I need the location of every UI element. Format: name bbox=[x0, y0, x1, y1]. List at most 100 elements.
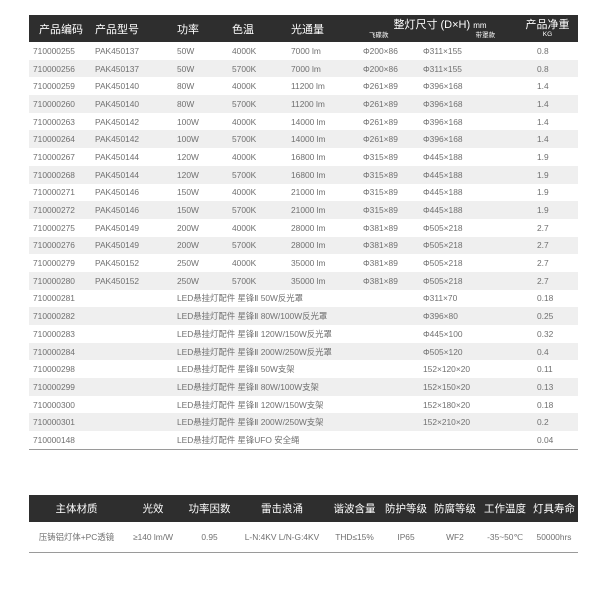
cell-size-ufo: Φ381×89 bbox=[363, 222, 398, 233]
cell-model: PAK450137 bbox=[95, 59, 177, 78]
spec-value-6: WF2 bbox=[430, 522, 480, 553]
cell-model: PAK450140 bbox=[95, 95, 177, 113]
spec-header-8: 灯具寿命 bbox=[530, 495, 578, 522]
cell-size-cover: 152×150×20 bbox=[423, 378, 517, 396]
cell-weight: 0.18 bbox=[537, 293, 554, 304]
cell-size-cover: Φ396×168 bbox=[423, 81, 463, 92]
cell-color-temp: 4000K bbox=[232, 187, 257, 198]
cell-accessory: LED悬挂灯配件 星锋Ⅱ 50W支架 bbox=[177, 364, 295, 375]
cell-size-cover: Φ505×218 bbox=[423, 236, 517, 255]
cell-color-temp: 5700K bbox=[232, 95, 291, 113]
cell-size-cover: Φ396×80 bbox=[423, 307, 517, 325]
cell-code: 710000300 bbox=[33, 399, 75, 410]
spec-value-5: IP65 bbox=[382, 522, 430, 553]
cell-accessory: LED悬挂灯配件 星锋Ⅱ 50W反光罩 bbox=[177, 293, 304, 304]
cell-code: 710000298 bbox=[33, 364, 75, 375]
cell-size-cover: Φ445×188 bbox=[423, 201, 517, 219]
cell-code: 710000259 bbox=[33, 81, 75, 92]
cell-power: 50W bbox=[177, 59, 232, 78]
spec-table-values: 压铸铝灯体+PC透镜 ≥140 lm/W 0.95 L-N:4KV L/N-G:4KV… bbox=[29, 522, 578, 553]
cell-color-temp: 5700K bbox=[232, 130, 291, 149]
header-weight-label: 产品净重 bbox=[525, 19, 570, 31]
cell-power: 80W bbox=[177, 95, 232, 113]
table-row: 710000256 PAK450137 50W 5700K 7000 lm Φ200×86… bbox=[29, 59, 578, 78]
product-table: 产品编码 产品型号 功率 色温 光通量 整灯尺寸 (D×H) mm 飞碟款 带罩… bbox=[29, 15, 578, 450]
cell-model: PAK450144 bbox=[95, 151, 140, 162]
header-code: 产品编码 bbox=[29, 15, 95, 42]
cell-size-cover: Φ396×168 bbox=[423, 116, 463, 127]
cell-model: PAK450137 bbox=[95, 45, 140, 56]
spec-header-0: 主体材质 bbox=[29, 495, 124, 522]
spec-value-7: -35~50℃ bbox=[480, 522, 530, 553]
cell-power: 200W bbox=[177, 222, 199, 233]
cell-weight: 1.4 bbox=[517, 95, 578, 113]
cell-model bbox=[95, 431, 177, 450]
spec-value-2: 0.95 bbox=[182, 522, 237, 553]
cell-weight: 1.9 bbox=[537, 187, 549, 198]
cell-size-cover: Φ445×188 bbox=[423, 187, 463, 198]
cell-size-cover: Φ505×218 bbox=[423, 258, 463, 269]
cell-code: 710000264 bbox=[29, 130, 95, 149]
cell-accessory: LED悬挂灯配件 星锋UFO 安全绳 bbox=[177, 431, 423, 450]
cell-lumen: 11200 lm bbox=[291, 95, 363, 113]
cell-color-temp: 5700K bbox=[232, 271, 291, 290]
table-row: 710000298 LED悬挂灯配件 星锋Ⅱ 50W支架 152×120×20 0.1… bbox=[29, 360, 578, 378]
table-row: 710000279 PAK450152 250W 4000K 35000 lm Φ381×… bbox=[29, 254, 578, 272]
table-row: 710000280 PAK450152 250W 5700K 35000 lm Φ381×… bbox=[29, 271, 578, 290]
cell-code: 710000284 bbox=[29, 342, 95, 361]
cell-size-ufo: Φ381×89 bbox=[363, 258, 398, 269]
cell-color-temp: 4000K bbox=[232, 45, 257, 56]
cell-size-cover: Φ311×70 bbox=[423, 293, 458, 304]
cell-color-temp: 4000K bbox=[232, 258, 257, 269]
cell-size-ufo: Φ315×89 bbox=[363, 187, 398, 198]
header-power: 功率 bbox=[177, 15, 232, 42]
cell-model: PAK450142 bbox=[95, 116, 140, 127]
table-row: 710000283 LED悬挂灯配件 星锋Ⅱ 120W/150W反光罩 Φ445×1… bbox=[29, 325, 578, 343]
table-row: 710000263 PAK450142 100W 4000K 14000 lm Φ261×… bbox=[29, 113, 578, 131]
header-weight: 产品净重 KG bbox=[517, 15, 578, 42]
cell-power: 150W bbox=[177, 187, 199, 198]
cell-code: 710000271 bbox=[33, 187, 75, 198]
cell-color-temp: 5700K bbox=[232, 165, 291, 184]
cell-size-ufo: Φ261×89 bbox=[363, 81, 398, 92]
cell-model bbox=[95, 360, 177, 378]
cell-lumen: 14000 lm bbox=[291, 116, 326, 127]
cell-code: 710000276 bbox=[29, 236, 95, 255]
cell-accessory: LED悬挂灯配件 星锋Ⅱ 80W/100W反光罩 bbox=[177, 307, 423, 325]
cell-model bbox=[95, 396, 177, 414]
cell-size-cover: Φ311×155 bbox=[423, 59, 517, 78]
spec-header-3: 雷击浪涌 bbox=[237, 495, 327, 522]
cell-size-cover bbox=[423, 431, 517, 450]
cell-size-ufo: Φ315×89 bbox=[363, 151, 398, 162]
header-size-unit: mm bbox=[473, 20, 487, 30]
cell-model: PAK450146 bbox=[95, 187, 140, 198]
cell-weight: 1.9 bbox=[517, 201, 578, 219]
spec-value-3: L-N:4KV L/N-G:4KV bbox=[237, 522, 327, 553]
cell-lumen: 21000 lm bbox=[291, 187, 326, 198]
cell-lumen: 35000 lm bbox=[291, 271, 363, 290]
cell-weight: 0.13 bbox=[517, 378, 578, 396]
cell-weight: 1.4 bbox=[537, 116, 549, 127]
header-model: 产品型号 bbox=[95, 15, 177, 42]
cell-size-ufo: Φ261×89 bbox=[363, 116, 398, 127]
cell-code: 710000279 bbox=[33, 258, 75, 269]
cell-code: 710000301 bbox=[29, 413, 95, 432]
cell-code: 710000275 bbox=[33, 222, 75, 233]
cell-model bbox=[95, 325, 177, 343]
cell-power: 120W bbox=[177, 151, 199, 162]
cell-code: 710000148 bbox=[29, 431, 95, 450]
cell-lumen: 16800 lm bbox=[291, 151, 326, 162]
cell-color-temp: 4000K bbox=[232, 81, 257, 92]
cell-code: 710000268 bbox=[29, 165, 95, 184]
cell-weight: 0.8 bbox=[537, 45, 549, 56]
cell-color-temp: 4000K bbox=[232, 116, 257, 127]
cell-accessory: LED悬挂灯配件 星锋Ⅱ 80W/100W支架 bbox=[177, 378, 423, 396]
table-row: 710000264 PAK450142 100W 5700K 14000 lm Φ261×… bbox=[29, 130, 578, 149]
cell-color-temp: 5700K bbox=[232, 201, 291, 219]
cell-weight: 0.2 bbox=[517, 413, 578, 432]
cell-size-cover: Φ445×188 bbox=[423, 151, 463, 162]
cell-size-ufo: Φ315×89 bbox=[363, 201, 423, 219]
spec-value-1: ≥140 lm/W bbox=[124, 522, 182, 553]
cell-model: PAK450144 bbox=[95, 165, 177, 184]
cell-model bbox=[95, 413, 177, 432]
